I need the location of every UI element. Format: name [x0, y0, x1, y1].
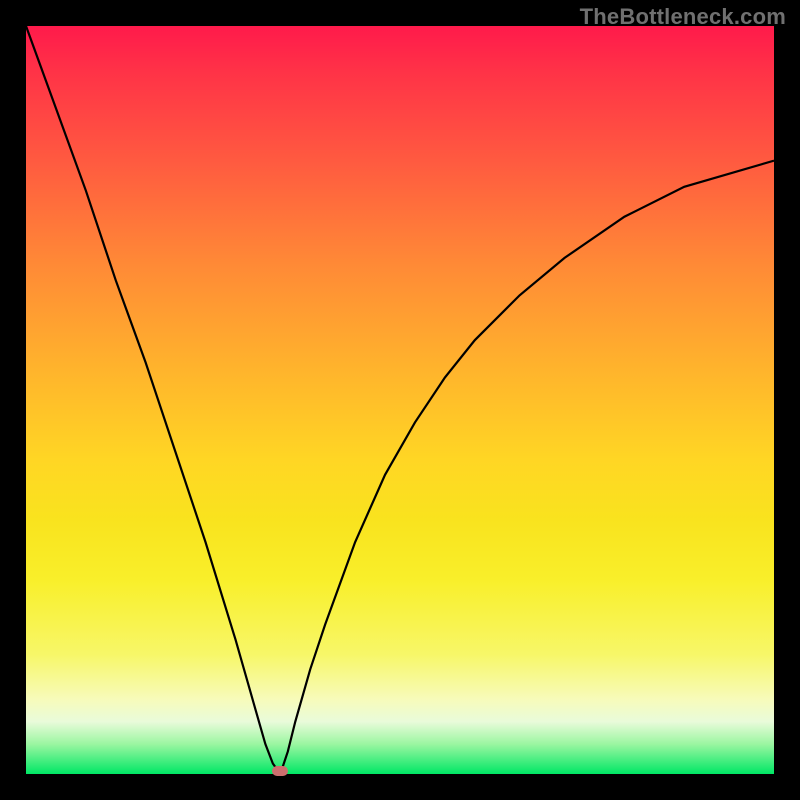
chart-plot-area — [26, 26, 774, 774]
optimum-marker — [272, 766, 288, 776]
curve-left-branch — [26, 26, 280, 774]
curve-right-branch — [280, 161, 774, 774]
bottleneck-curve — [26, 26, 774, 774]
watermark-text: TheBottleneck.com — [580, 4, 786, 30]
